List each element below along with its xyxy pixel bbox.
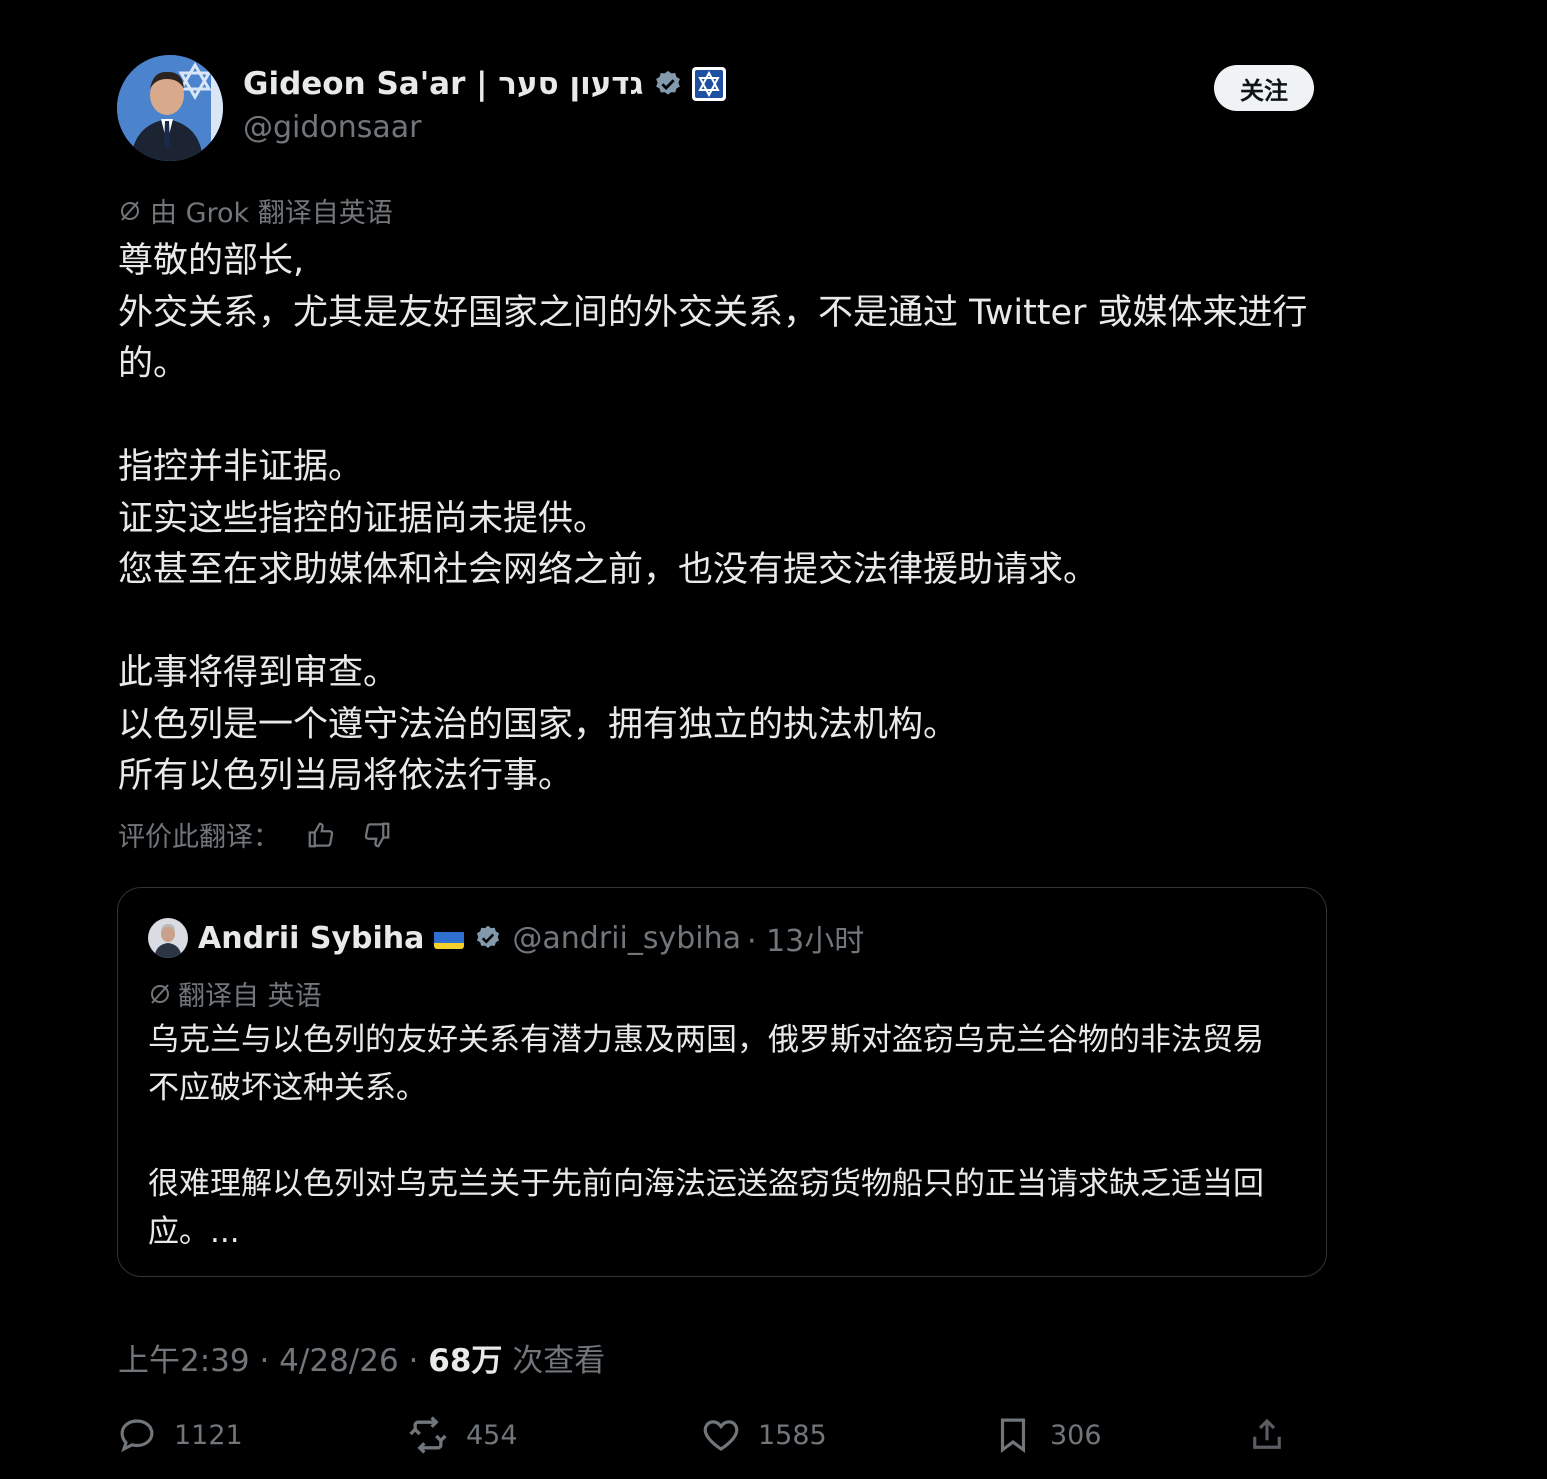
post-timestamp[interactable]: 上午2:39 · 4/28/26 · <box>118 1343 428 1379</box>
translation-attribution: 由 Grok 翻译自英语 <box>118 191 393 230</box>
post-meta: 上午2:39 · 4/28/26 · 68万 次查看 <box>118 1335 605 1380</box>
post-line: 此事将得到审查。 <box>118 653 399 693</box>
post-line: 您甚至在求助媒体和社会网络之前，也没有提交法律援助请求。 <box>118 550 1099 590</box>
post-line: 以色列是一个遵守法治的国家，拥有独立的执法机构。 <box>118 704 959 745</box>
reply-button[interactable]: 1121 <box>116 1410 243 1460</box>
quoted-tweet[interactable]: Andrii Sybiha @andrii_sybiha · 13小时 翻译自 … <box>117 887 1327 1277</box>
bookmark-count: 306 <box>1050 1419 1102 1451</box>
author-avatar[interactable] <box>117 55 223 161</box>
reply-count: 1121 <box>174 1419 243 1451</box>
share-button[interactable] <box>1246 1410 1288 1460</box>
author-name-row[interactable]: Gideon Sa'ar | גדעון סער <box>243 66 727 102</box>
post-line: 证实这些指控的证据尚未提供。 <box>118 498 609 539</box>
author-display-name[interactable]: Gideon Sa'ar | גדעון סער <box>243 66 643 102</box>
post-line: 所有以色列当局将依法行事。 <box>118 756 574 796</box>
views-label: 次查看 <box>502 1343 606 1379</box>
post-text: 尊敬的部长, 外交关系，尤其是友好国家之间的外交关系，不是通过 Twitter … <box>118 236 1338 803</box>
post-line: 指控并非证据。 <box>118 447 364 487</box>
thumbs-down-icon[interactable] <box>362 820 392 850</box>
verified-badge-icon[interactable] <box>653 69 683 99</box>
ukraine-flag-icon <box>434 927 465 949</box>
repost-button[interactable]: 454 <box>406 1410 518 1460</box>
rate-translation-label: 评价此翻译： <box>118 822 280 853</box>
view-count: 68万 <box>428 1343 503 1379</box>
translation-note: 由 Grok 翻译自英语 <box>150 198 393 229</box>
repost-count: 454 <box>466 1419 518 1451</box>
quote-translation-attribution: 翻译自 英语 <box>148 974 322 1013</box>
bookmark-icon <box>1000 1418 1026 1454</box>
quote-header: Andrii Sybiha @andrii_sybiha · 13小时 <box>198 916 864 960</box>
quote-author-avatar[interactable] <box>148 918 188 958</box>
grok-icon <box>121 200 139 221</box>
share-icon <box>1253 1418 1281 1449</box>
affiliation-badge-icon[interactable] <box>691 66 727 102</box>
tweet-page: Gideon Sa'ar | גדעון סער @gidonsaar 关注 由… <box>0 0 1547 1479</box>
quote-paragraph: 很难理解以色列对乌克兰关于先前向海法运送盗窃货物船只的正当请求缺乏适当回应。..… <box>148 1166 1264 1250</box>
author-handle[interactable]: @gidonsaar <box>243 110 422 145</box>
quote-text: 乌克兰与以色列的友好关系有潜力惠及两国，俄罗斯对盗窃乌克兰谷物的非法贸易不应破坏… <box>148 1016 1288 1256</box>
follow-button[interactable]: 关注 <box>1214 65 1314 111</box>
quote-author-handle[interactable]: @andrii_sybiha <box>512 921 741 956</box>
action-bar: 1121 454 1585 306 <box>116 1410 1536 1460</box>
verified-badge-icon[interactable] <box>474 924 502 952</box>
bookmark-button[interactable]: 306 <box>992 1410 1102 1460</box>
grok-icon <box>151 983 169 1004</box>
quote-author-name[interactable]: Andrii Sybiha <box>198 921 424 956</box>
post-line: 尊敬的部长, <box>118 241 305 281</box>
rate-translation-row: 评价此翻译： <box>118 815 392 854</box>
quote-timestamp[interactable]: · 13小时 <box>747 916 864 960</box>
reply-icon <box>120 1419 154 1453</box>
thumbs-up-icon[interactable] <box>306 820 336 850</box>
like-count: 1585 <box>758 1419 827 1451</box>
like-button[interactable]: 1585 <box>700 1410 827 1460</box>
heart-icon <box>703 1420 739 1451</box>
quote-translation-note: 翻译自 英语 <box>178 981 322 1012</box>
post-line: 外交关系，尤其是友好国家之间的外交关系，不是通过 Twitter 或媒体来进行的… <box>118 292 1308 385</box>
repost-icon <box>409 1416 447 1454</box>
quote-paragraph: 乌克兰与以色列的友好关系有潜力惠及两国，俄罗斯对盗窃乌克兰谷物的非法贸易不应破坏… <box>148 1022 1264 1106</box>
